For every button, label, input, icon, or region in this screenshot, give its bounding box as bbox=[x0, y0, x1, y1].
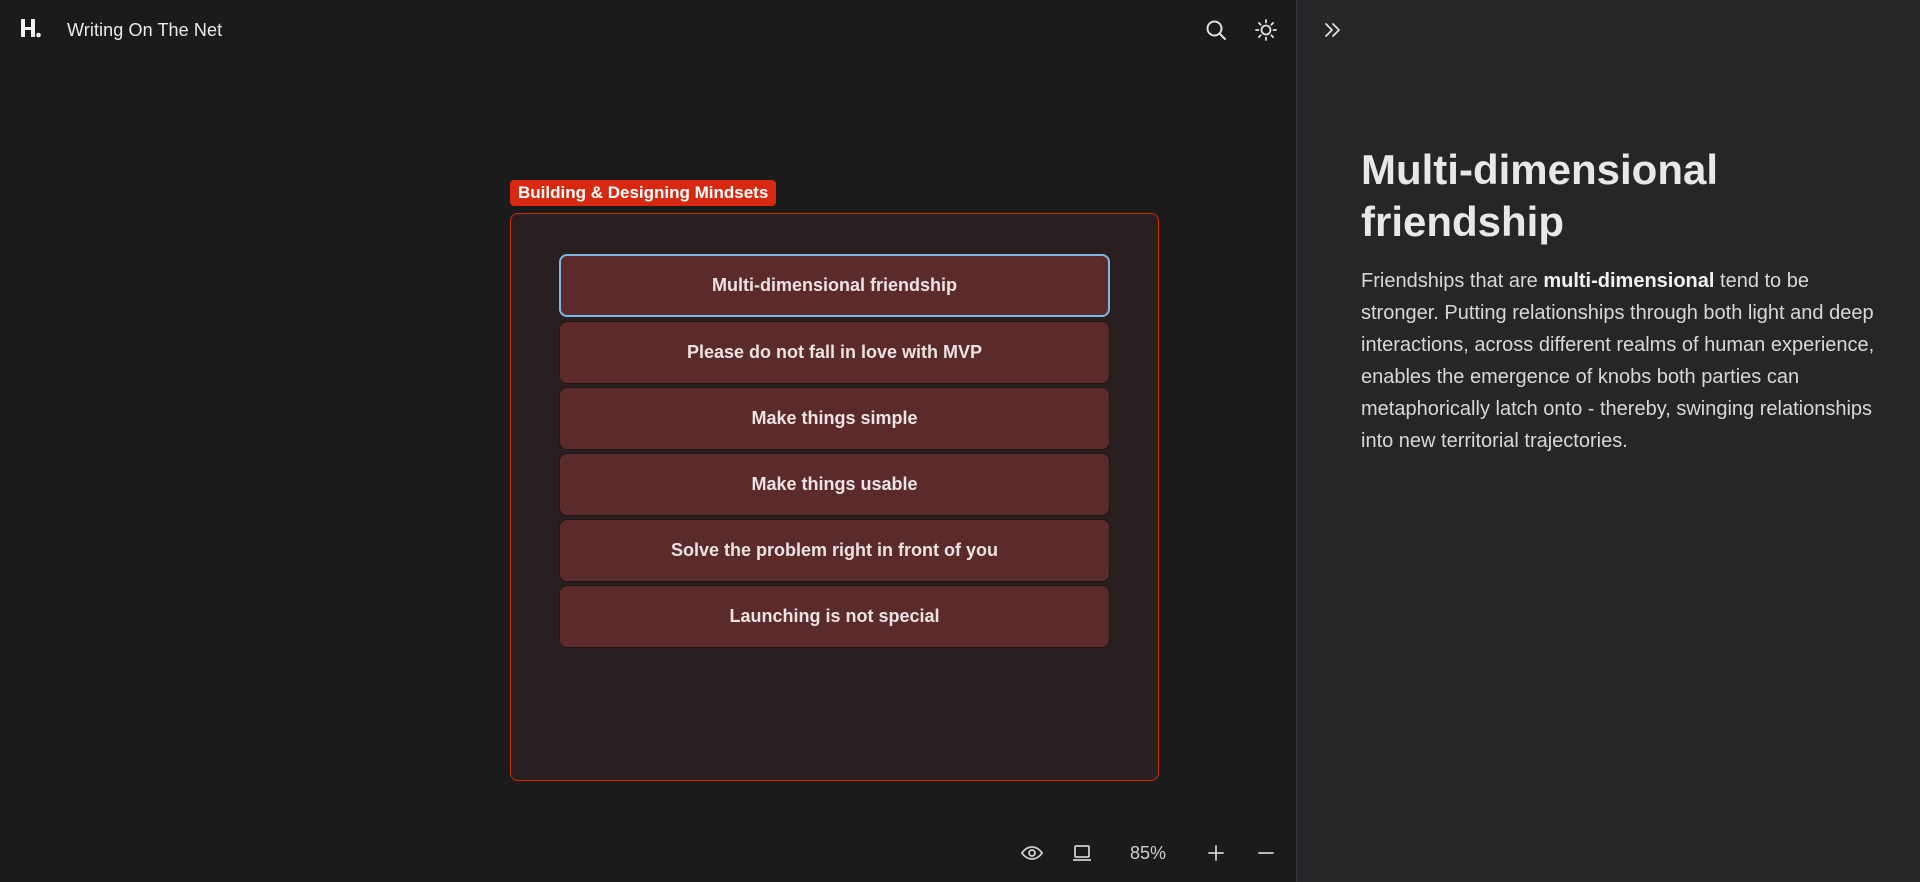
h-logo-icon[interactable] bbox=[18, 17, 42, 41]
card-please-do-not-fall-in-love-with-mvp[interactable]: Please do not fall in love with MVP bbox=[559, 321, 1110, 384]
zoom-level: 85% bbox=[1130, 843, 1167, 863]
sun-icon[interactable] bbox=[1254, 18, 1278, 42]
body-text-bold: multi-dimensional bbox=[1543, 270, 1715, 292]
plus-icon[interactable] bbox=[1204, 841, 1228, 865]
document-body: Friendships that are multi-dimensional t… bbox=[1361, 265, 1891, 457]
body-text-pre: Friendships that are bbox=[1361, 270, 1544, 292]
document-title: Multi-dimensional friendship bbox=[1361, 146, 1718, 245]
group-label[interactable]: Building & Designing Mindsets bbox=[510, 180, 777, 206]
card-make-things-usable[interactable]: Make things usable bbox=[559, 453, 1110, 516]
search-icon[interactable] bbox=[1204, 18, 1228, 42]
card-solve-the-problem[interactable]: Solve the problem right in front of you bbox=[559, 519, 1110, 582]
canvas[interactable]: Writing On The Net Building & Designing … bbox=[0, 0, 1296, 882]
card-make-things-simple[interactable]: Make things simple bbox=[559, 387, 1110, 450]
body-text-post: tend to be stronger. Putting relationshi… bbox=[1361, 270, 1875, 452]
laptop-icon[interactable] bbox=[1070, 841, 1094, 865]
card-multi-dimensional-friendship[interactable]: Multi-dimensional friendship bbox=[559, 254, 1110, 317]
card-launching-is-not-special[interactable]: Launching is not special bbox=[559, 585, 1110, 648]
app-title: Writing On The Net bbox=[67, 20, 223, 40]
eye-icon[interactable] bbox=[1020, 841, 1044, 865]
detail-panel: Multi-dimensional friendship Friendships… bbox=[1296, 0, 1920, 882]
minus-icon[interactable] bbox=[1254, 841, 1278, 865]
double-chevron-right-icon[interactable] bbox=[1320, 18, 1344, 42]
